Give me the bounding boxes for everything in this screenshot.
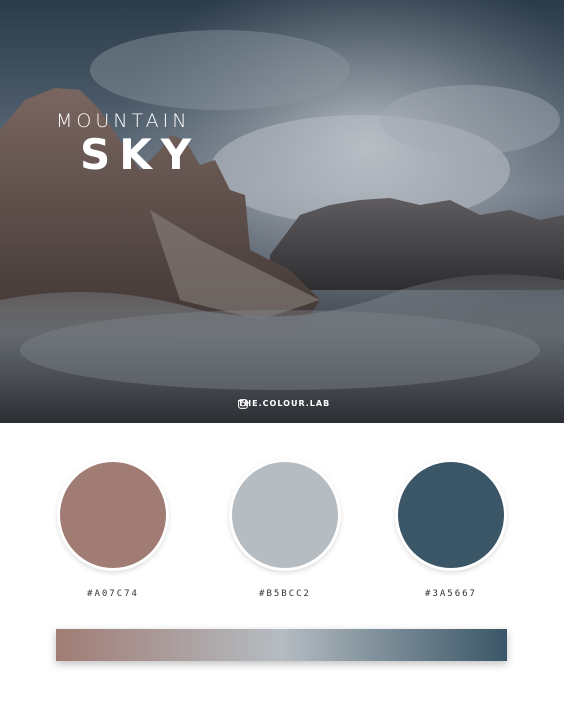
color-code-1: #A07C74 — [87, 589, 139, 599]
color-swatch-2 — [232, 462, 338, 568]
credit-handle[interactable]: THE.COLOUR.LAB — [238, 399, 331, 409]
credit-text: THE.COLOUR.LAB — [238, 399, 331, 408]
title-sky: SKY — [80, 130, 201, 179]
color-swatch-1 — [60, 462, 166, 568]
color-code-2: #B5BCC2 — [259, 589, 311, 599]
color-code-3: #3A5667 — [425, 589, 477, 599]
instagram-icon — [238, 399, 248, 409]
hero-photo: MOUNTAIN SKY THE.COLOUR.LAB — [0, 0, 564, 423]
palette-gradient-bar — [56, 629, 507, 661]
title-mountain: MOUNTAIN — [56, 110, 191, 132]
color-swatch-3 — [398, 462, 504, 568]
mountain-landscape-image — [0, 0, 564, 423]
